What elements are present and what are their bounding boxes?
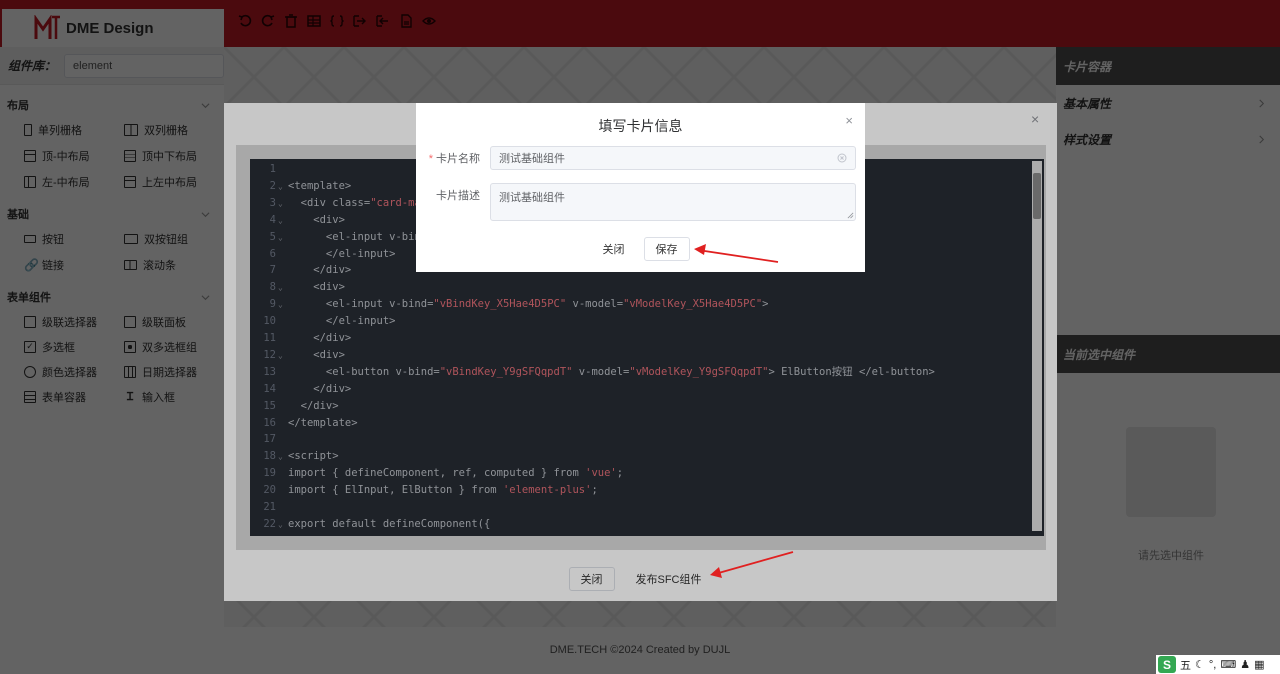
punctuation-icon[interactable]: °,	[1209, 659, 1216, 671]
label-text: 卡片名称	[436, 153, 480, 165]
card-name-row: * 卡片名称 测试基础组件	[428, 146, 856, 170]
card-dialog-footer: 关闭 保存	[416, 237, 865, 261]
keyboard-icon[interactable]: ⌨	[1220, 658, 1236, 671]
card-name-label: * 卡片名称	[428, 146, 490, 170]
input-value: 测试基础组件	[499, 153, 565, 165]
card-desc-textarea[interactable]: 测试基础组件	[490, 183, 856, 221]
textarea-value: 测试基础组件	[499, 192, 565, 204]
dialog-title: 填写卡片信息	[598, 118, 683, 134]
nested-modal-overlay[interactable]	[0, 0, 1280, 674]
clear-icon[interactable]	[837, 153, 847, 163]
moon-icon[interactable]: ☾	[1195, 658, 1205, 671]
card-save-button[interactable]: 保存	[643, 237, 690, 261]
required-mark: *	[428, 153, 433, 165]
card-info-dialog: 填写卡片信息 × * 卡片名称 测试基础组件 卡片描述 测试基础组件 关闭 保存	[416, 103, 865, 272]
user-icon[interactable]: ♟	[1240, 658, 1250, 671]
close-icon[interactable]: ×	[845, 113, 853, 128]
card-desc-label: 卡片描述	[428, 183, 490, 221]
card-desc-row: 卡片描述 测试基础组件	[428, 183, 856, 221]
grid-icon[interactable]: ▦	[1254, 658, 1264, 671]
ime-logo: S	[1158, 656, 1176, 673]
ime-mode[interactable]: 五	[1180, 657, 1191, 673]
card-name-input[interactable]: 测试基础组件	[490, 146, 856, 170]
label-text: 卡片描述	[436, 190, 480, 202]
ime-toolbar[interactable]: S 五 ☾ °, ⌨ ♟ ▦	[1156, 655, 1280, 674]
card-close-button[interactable]: 关闭	[591, 237, 636, 261]
resize-handle-icon[interactable]	[847, 212, 854, 219]
